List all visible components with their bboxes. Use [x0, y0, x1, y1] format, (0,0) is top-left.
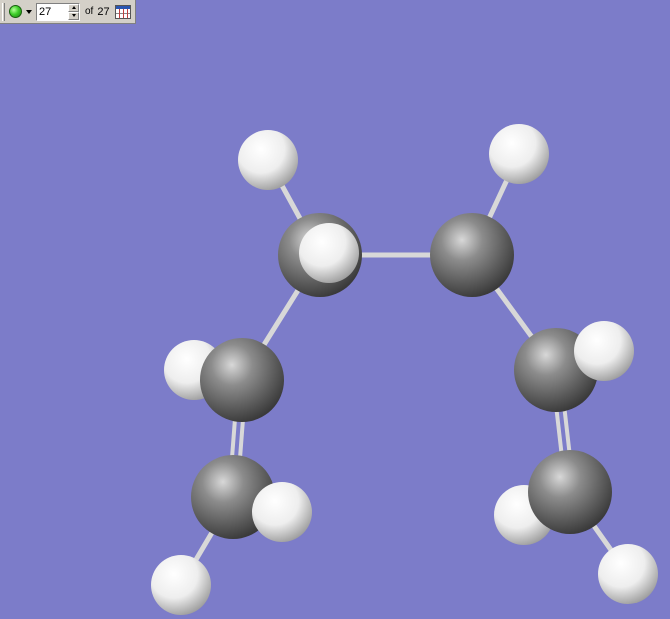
of-label: of	[85, 6, 94, 17]
frame-number-input[interactable]: 27	[37, 4, 68, 20]
chevron-down-icon[interactable]	[26, 9, 32, 14]
hydrogen-atom-h3[interactable]	[299, 223, 359, 283]
carbon-atom-c3[interactable]	[200, 338, 284, 422]
spinner-up-button[interactable]	[68, 3, 79, 12]
arrow-down-icon	[71, 14, 76, 17]
spinner-down-button[interactable]	[68, 11, 79, 20]
hydrogen-atom-h1[interactable]	[238, 130, 298, 190]
molecule-viewport[interactable]	[0, 25, 670, 619]
gaussview-window: 27 of 27	[0, 0, 670, 619]
arrow-up-icon	[71, 6, 76, 9]
spinner-buttons	[68, 3, 79, 20]
green-ball-play-icon	[9, 5, 22, 18]
total-frames-label: 27	[97, 5, 110, 18]
spreadsheet-grid	[115, 8, 130, 18]
atoms-layer	[151, 124, 658, 615]
hydrogen-atom-h7[interactable]	[151, 555, 211, 615]
carbon-atom-c6[interactable]	[528, 450, 612, 534]
carbon-atom-c2[interactable]	[430, 213, 514, 297]
play-animation-button[interactable]	[6, 2, 34, 22]
spreadsheet-icon[interactable]	[114, 4, 131, 19]
hydrogen-atom-h6[interactable]	[252, 482, 312, 542]
hydrogen-atom-h4[interactable]	[574, 321, 634, 381]
hydrogen-atom-h10[interactable]	[598, 544, 658, 604]
frame-number-spinner[interactable]: 27	[36, 2, 80, 21]
hydrogen-atom-h2[interactable]	[489, 124, 549, 184]
animation-toolbar: 27 of 27	[0, 0, 136, 24]
molecule-view[interactable]	[0, 25, 670, 619]
toolbar-grip[interactable]	[2, 2, 5, 21]
